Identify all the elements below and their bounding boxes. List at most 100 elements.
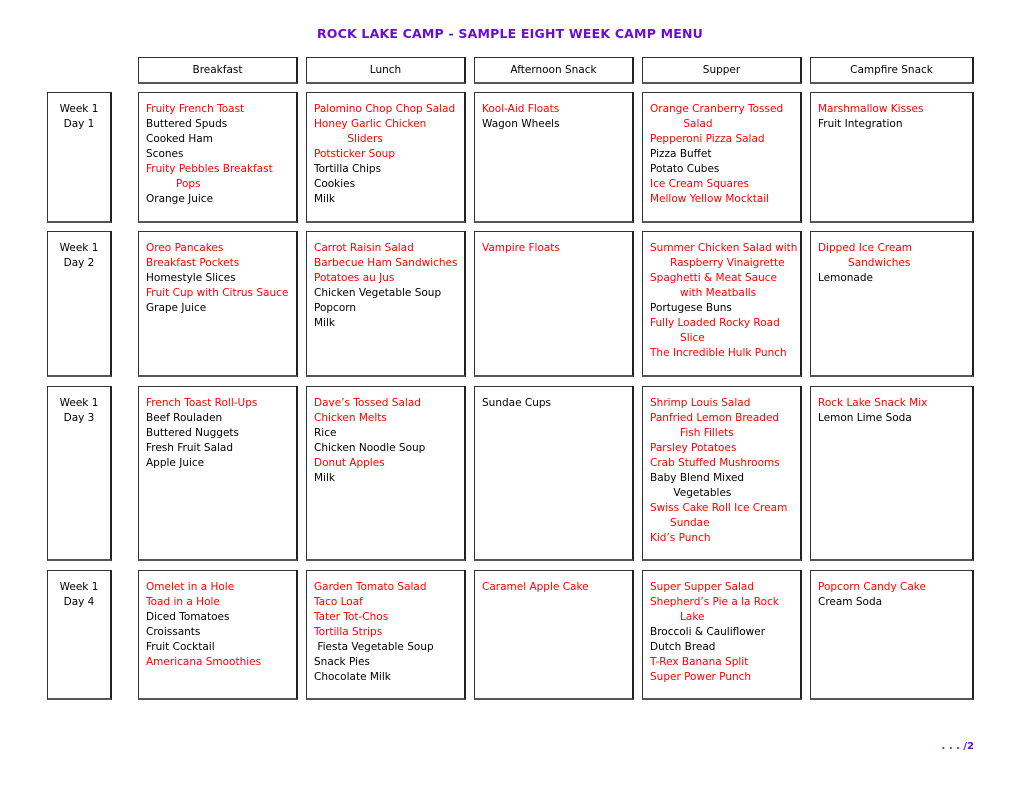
menu-item: Taco Loaf [314,596,363,608]
column-header-lunch: Lunch [306,57,466,84]
menu-item: Rock Lake Snack Mix [818,397,928,409]
menu-item: Cooked Ham [146,133,213,145]
menu-item: Portugese Buns [650,302,732,314]
menu-item: Tater Tot-Chos [314,611,389,623]
menu-item: Toad in a Hole [146,596,220,608]
menu-item: Baby Blend Mixed [650,472,745,484]
menu-cell-afternoon-snack: Vampire Floats [474,231,634,377]
menu-item: Caramel Apple Cake [482,581,589,593]
menu-item: Chicken Vegetable Soup [314,287,442,299]
menu-item: French Toast Roll-Ups [146,397,258,409]
menu-item: Diced Tomatoes [146,611,230,623]
menu-item: Orange Cranberry Tossed [650,103,784,115]
menu-item: Homestyle Slices [146,272,236,284]
menu-item: Apple Juice [146,457,205,469]
week-label: Week 1 [59,397,99,409]
menu-cell-afternoon-snack: Kool-Aid Floats Wagon Wheels [474,92,634,223]
menu-item: Super Power Punch [650,671,752,683]
menu-item: Carrot Raisin Salad [314,242,414,254]
menu-cell-breakfast: French Toast Roll-Ups Beef Rouladen Butter… [138,386,298,561]
menu-item: Fruity Pebbles Breakfast [146,163,273,175]
menu-cell-afternoon-snack: Caramel Apple Cake [474,570,634,700]
menu-item: Shepherd’s Pie a la Rock [650,596,779,608]
menu-item: Fish Fillets [650,427,734,439]
menu-item: Grape Juice [146,302,207,314]
page-title: ROCK LAKE CAMP - SAMPLE EIGHT WEEK CAMP … [316,26,704,41]
menu-item: Rice [314,427,337,439]
menu-item: Garden Tomato Salad [314,581,427,593]
menu-cell-campfire-snack: Popcorn Candy Cake Cream Soda [810,570,974,700]
menu-cell-lunch: Carrot Raisin Salad Barbecue Ham Sandwich… [306,231,466,377]
day-label-box: Week 1 Day 4 [47,570,112,700]
menu-item: Vegetables [650,487,732,499]
menu-item: Ice Cream Squares [650,178,749,190]
menu-item: Tortilla Strips [314,626,383,638]
menu-item: Popcorn [314,302,357,314]
menu-cell-supper: Orange Cranberry Tossed Salad Pepperoni P… [642,92,802,223]
menu-cell-supper: Summer Chicken Salad with Raspberry Vina… [642,231,802,377]
day-label: Day 1 [63,118,95,130]
menu-item: Lemon Lime Soda [818,412,912,424]
menu-item: Honey Garlic Chicken [314,118,427,130]
menu-item: Potsticker Soup [314,148,396,160]
column-header-afternoon-snack: Afternoon Snack [474,57,634,84]
menu-item: Pepperoni Pizza Salad [650,133,765,145]
day-label-box: Week 1 Day 1 [47,92,112,223]
menu-item: Omelet in a Hole [146,581,235,593]
menu-item: Cookies [314,178,356,190]
menu-item: Popcorn Candy Cake [818,581,926,593]
menu-cell-campfire-snack: Rock Lake Snack Mix Lemon Lime Soda [810,386,974,561]
menu-item: Dutch Bread [650,641,716,653]
menu-item: Buttered Nuggets [146,427,239,439]
menu-item: Panfried Lemon Breaded [650,412,780,424]
menu-item: Super Supper Salad [650,581,754,593]
day-label-box: Week 1 Day 2 [47,231,112,377]
menu-item: Orange Juice [146,193,214,205]
menu-cell-lunch: Palomino Chop Chop Salad Honey Garlic Chi… [306,92,466,223]
menu-item: Lake [650,611,705,623]
menu-item: Fiesta Vegetable Soup [314,641,434,653]
menu-item: Wagon Wheels [482,118,560,130]
menu-item: Sundae Cups [482,397,551,409]
menu-item: Mellow Yellow Mocktail [650,193,770,205]
menu-item: Snack Pies [314,656,370,668]
menu-item: Chocolate Milk [314,671,391,683]
menu-item: Scones [146,148,184,160]
menu-cell-campfire-snack: Marshmallow Kisses Fruit Integration [810,92,974,223]
menu-item: Oreo Pancakes [146,242,224,254]
menu-item: with Meatballs [650,287,757,299]
menu-item: Kid’s Punch [650,532,711,544]
menu-item: Milk [314,472,335,484]
week-label: Week 1 [59,242,99,254]
menu-cell-breakfast: Fruity French Toast Buttered Spuds Cooked … [138,92,298,223]
column-header-campfire-snack: Campfire Snack [810,57,974,84]
menu-item: Slice [650,332,705,344]
menu-cell-lunch: Dave’s Tossed Salad Chicken Melts Rice Chic… [306,386,466,561]
menu-item: Vampire Floats [482,242,560,254]
menu-item: Sandwiches [818,257,911,269]
menu-item: Raspberry Vinaigrette [650,257,785,269]
menu-item: Croissants [146,626,201,638]
menu-item: Swiss Cake Roll Ice Cream [650,502,788,514]
menu-item: Tortilla Chips [314,163,382,175]
menu-cell-supper: Shrimp Louis Salad Panfried Lemon Breaded… [642,386,802,561]
menu-item: Fully Loaded Rocky Road [650,317,780,329]
menu-item: Summer Chicken Salad with [650,242,798,254]
menu-item: Chicken Melts [314,412,387,424]
menu-item: Barbecue Ham Sandwiches [314,257,458,269]
menu-item: Marshmallow Kisses [818,103,924,115]
menu-cell-supper: Super Supper Salad Shepherd’s Pie a la Ro… [642,570,802,700]
day-label: Day 3 [63,412,95,424]
menu-item: Pizza Buffet [650,148,712,160]
menu-item: Salad [650,118,713,130]
day-label: Day 2 [63,257,95,269]
menu-item: Pops [146,178,201,190]
day-label: Day 4 [63,596,95,608]
menu-item: Fruity French Toast [146,103,245,115]
page-continuation: . . . /2 [941,741,974,752]
column-header-breakfast: Breakfast [138,57,298,84]
menu-item: Sliders [314,133,383,145]
menu-item: Lemonade [818,272,873,284]
menu-cell-breakfast: Omelet in a Hole Toad in a Hole Diced Toma… [138,570,298,700]
menu-item: Breakfast Pockets [146,257,240,269]
